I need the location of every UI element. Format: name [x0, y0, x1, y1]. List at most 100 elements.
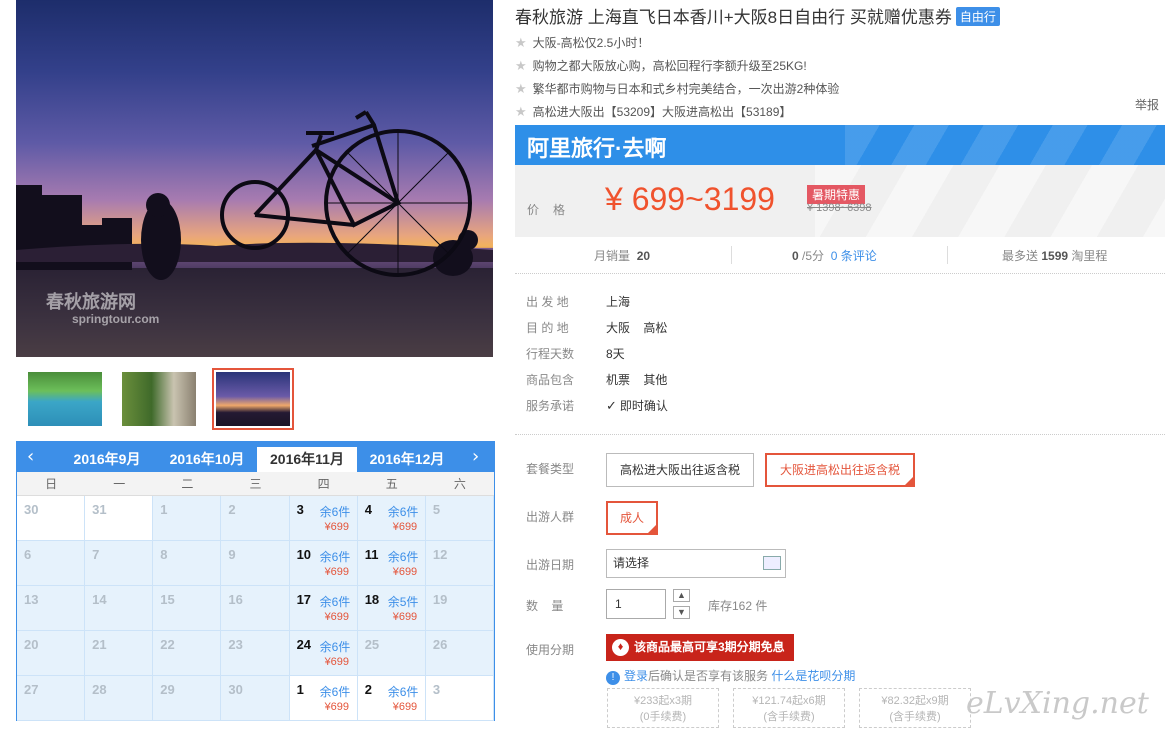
day-stock: 余6件: [319, 685, 351, 699]
day-price: ¥699: [324, 611, 350, 623]
day-number: 15: [160, 592, 175, 607]
calendar-day: 12: [425, 541, 494, 586]
next-month-icon[interactable]: ›: [472, 446, 479, 467]
thumbnail-bicycle[interactable]: [212, 368, 294, 430]
package-option-selected[interactable]: 大阪进高松出往返含税: [765, 453, 916, 487]
day-number: 9: [228, 547, 236, 562]
adult-option[interactable]: 成人: [606, 501, 658, 535]
calendar-day[interactable]: 10 余6件 ¥699: [289, 541, 358, 586]
calendar-month-bar: ‹ 2016年9月 2016年10月 2016年11月 2016年12月 ›: [17, 442, 494, 472]
weekday-label: 三: [249, 477, 262, 491]
installment-button[interactable]: ♦ 该商品最高可享3期分期免息: [606, 634, 794, 661]
feature-item: ★ 大阪-高松仅2.5小时！: [515, 34, 839, 57]
calendar-day: 30: [221, 676, 290, 721]
calendar-day[interactable]: 11 余6件 ¥699: [357, 541, 426, 586]
info-icon: !: [606, 671, 620, 685]
report-link[interactable]: 举报: [1135, 96, 1159, 113]
feature-text: 购物之都大阪放心购，高松回程行李额升级至25KG!: [532, 59, 807, 73]
info-row: 行程天数 8天: [515, 345, 915, 365]
reviews-link[interactable]: 0 条评论: [831, 249, 877, 263]
info-key: 服务承诺: [526, 399, 575, 413]
month-tab-active[interactable]: 2016年11月: [257, 447, 357, 472]
day-number: 26: [432, 637, 448, 652]
day-number: 3: [432, 682, 441, 697]
calendar-day[interactable]: 3 余6件 ¥699: [289, 496, 358, 541]
day-number: 19: [432, 592, 448, 607]
installment-button-text: 该商品最高可享3期分期免息: [634, 640, 785, 654]
weekday-label: 一: [113, 477, 126, 491]
weekday-label: 二: [181, 477, 194, 491]
calendar-day[interactable]: 2 余6件 ¥699: [357, 676, 426, 721]
day-stock: 余6件: [319, 550, 351, 564]
calendar-day: 31: [85, 496, 154, 541]
adult-option-text: 成人: [619, 511, 644, 525]
day-stock: 余6件: [387, 685, 419, 699]
day-number: 30: [228, 682, 243, 697]
calendar-day[interactable]: 17 余6件 ¥699: [289, 586, 358, 631]
huabei-help-link[interactable]: 什么是花呗分期: [771, 669, 855, 683]
calendar-day: 16: [221, 586, 290, 631]
quantity-decrease-icon[interactable]: ▼: [673, 606, 690, 619]
day-number: 13: [24, 592, 39, 607]
price-label: 价格: [527, 203, 580, 217]
thumbnail-pine[interactable]: [118, 368, 200, 430]
thumbnail-pool[interactable]: [24, 368, 106, 430]
day-number: 21: [92, 637, 107, 652]
quantity-input[interactable]: 1: [606, 589, 666, 619]
info-value: 8天: [606, 347, 625, 361]
star-icon: ★: [515, 81, 527, 96]
brand-name: 阿里旅行·去啊: [527, 136, 667, 161]
package-label: 套餐类型: [526, 462, 575, 476]
quantity-increase-icon[interactable]: ▲: [673, 589, 690, 602]
month-tab[interactable]: 2016年12月: [357, 447, 457, 472]
monthly-sales: 月销量 20: [594, 247, 650, 264]
star-icon: ★: [515, 104, 527, 119]
month-tab[interactable]: 2016年9月: [57, 447, 157, 472]
day-price: ¥699: [392, 701, 418, 713]
note-text: 后确认是否享有该服务: [648, 669, 769, 683]
day-number: 6: [24, 547, 32, 562]
calendar-day[interactable]: 18 余5件 ¥699: [357, 586, 426, 631]
installment-plan[interactable]: ¥121.74起x6期 (含手续费): [733, 688, 845, 728]
calendar-day: 30: [17, 496, 86, 541]
day-stock: 余6件: [319, 505, 351, 519]
selected-corner-icon: [647, 524, 657, 534]
calendar-day: 5: [425, 496, 494, 541]
quantity-label: 数 量: [526, 599, 564, 613]
people-label: 出游人群: [526, 510, 575, 524]
day-number: 28: [92, 682, 107, 697]
calendar-day: 25: [357, 631, 426, 676]
weekday-label: 六: [453, 477, 466, 491]
login-link[interactable]: 登录: [624, 669, 648, 683]
day-price: ¥699: [324, 521, 350, 533]
star-icon: ★: [515, 58, 527, 73]
date-placeholder: 请选择: [613, 556, 650, 570]
calendar-day[interactable]: 24 余6件 ¥699: [289, 631, 358, 676]
package-option[interactable]: 高松进大阪出往返含税: [606, 453, 755, 487]
calendar-day: 23: [221, 631, 290, 676]
divider: [731, 246, 732, 264]
calendar-day: 20: [17, 631, 86, 676]
product-main-image: 春秋旅游网 springtour.com: [16, 0, 493, 357]
info-key: 行程天数: [526, 347, 575, 361]
price-range: ¥ 699~3199: [605, 181, 775, 217]
calendar-day: 28: [85, 676, 154, 721]
calendar-day[interactable]: 1 余6件 ¥699: [289, 676, 358, 721]
calendar-icon[interactable]: [763, 556, 781, 570]
date-label: 出游日期: [526, 558, 575, 572]
calendar-day[interactable]: 4 余6件 ¥699: [357, 496, 426, 541]
installment-plan[interactable]: ¥82.32起x9期 (含手续费): [859, 688, 971, 728]
calendar-day: 6: [17, 541, 86, 586]
prev-month-icon[interactable]: ‹: [27, 446, 34, 467]
month-tab[interactable]: 2016年10月: [157, 447, 257, 472]
installment-plan[interactable]: ¥233起x3期 (0手续费): [607, 688, 719, 728]
date-input[interactable]: 请选择: [606, 549, 786, 578]
weekday-header: 日一二三四五六: [17, 472, 494, 496]
day-number: 16: [228, 592, 243, 607]
day-number: 20: [24, 637, 39, 652]
day-number: 11: [364, 547, 379, 562]
plan-price: ¥233起x3期: [633, 695, 693, 707]
day-stock: 余6件: [319, 595, 351, 609]
feature-text: 繁华都市购物与日本和式乡村完美结合，一次出游2种体验: [532, 82, 840, 96]
info-row: 目 的 地 大阪 高松: [515, 319, 915, 339]
